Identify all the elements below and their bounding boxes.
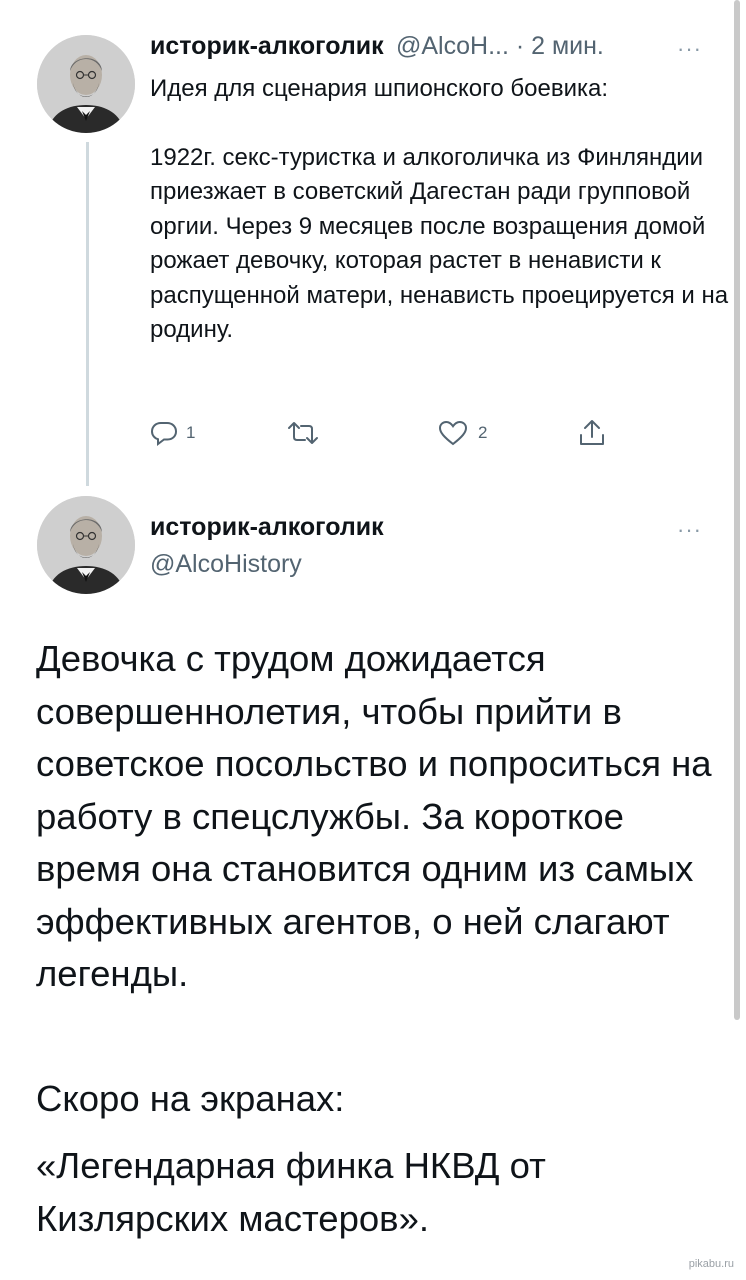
reply-button[interactable]: 1: [150, 418, 195, 448]
tweet-paragraph: Идея для сценария шпионского боевика:: [150, 75, 609, 102]
retweet-icon: [287, 420, 319, 446]
more-options-icon[interactable]: ···: [677, 519, 702, 541]
tweet-paragraph: 1922г. секс-туристка и алкоголичка из Фи…: [150, 143, 729, 344]
share-button[interactable]: [579, 418, 605, 448]
tweet-paragraph: «Легендарная финка НКВД от Кизлярских ма…: [36, 1145, 546, 1239]
handle[interactable]: @AlcoHistory: [150, 549, 302, 579]
more-options-icon[interactable]: ···: [677, 38, 702, 60]
reply-count: 1: [186, 423, 196, 442]
share-icon: [579, 419, 605, 447]
display-name[interactable]: историк-алкоголик: [150, 512, 384, 542]
like-count: 2: [478, 423, 488, 442]
tweet-paragraph: Скоро на экранах:: [36, 1078, 345, 1119]
portrait-image: [37, 496, 135, 594]
thread-line: [86, 142, 89, 486]
scrollbar[interactable]: [734, 0, 740, 1020]
watermark: pikabu.ru: [688, 1258, 734, 1270]
retweet-button[interactable]: [287, 418, 319, 448]
portrait-image: [37, 35, 135, 133]
avatar[interactable]: [37, 496, 135, 594]
tweet-paragraph: Девочка с трудом дожидается совершенноле…: [36, 638, 712, 994]
reply-icon: [150, 420, 178, 446]
heart-icon: [438, 420, 468, 446]
handle-time[interactable]: @AlcoH... · 2 мин.: [396, 31, 604, 61]
display-name[interactable]: историк-алкоголик: [150, 31, 384, 61]
like-button[interactable]: 2: [438, 418, 487, 448]
avatar[interactable]: [37, 35, 135, 133]
tweet-text: Идея для сценария шпионского боевика: 19…: [150, 72, 730, 348]
